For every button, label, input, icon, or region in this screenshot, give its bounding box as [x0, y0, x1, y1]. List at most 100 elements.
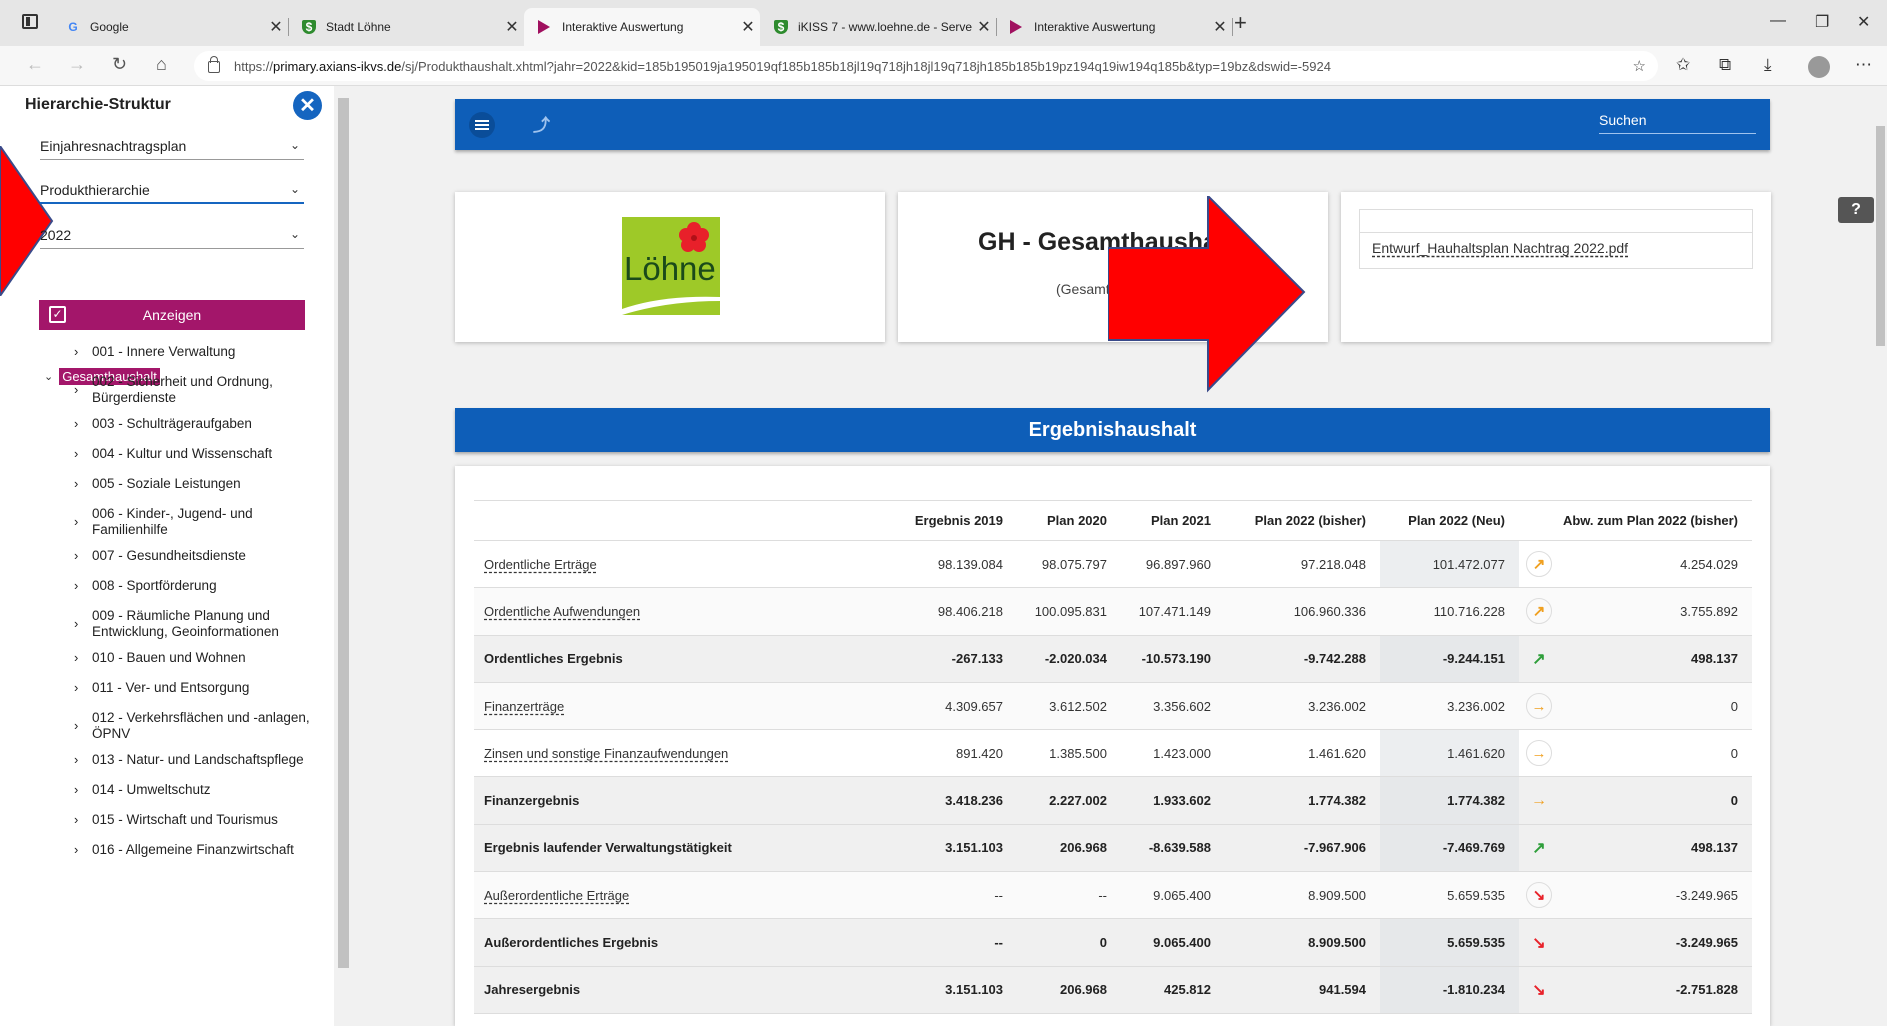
new-tab-icon[interactable]: +	[1234, 10, 1247, 36]
close-tab-icon[interactable]: ✕	[500, 17, 524, 37]
tree-item[interactable]: › 003 - Schulträgeraufgaben	[74, 416, 324, 432]
plan-type-select[interactable]: Einjahresnachtragsplan ⌄	[40, 134, 304, 160]
back-icon[interactable]: ←	[26, 54, 44, 75]
trend-cell: →	[1519, 729, 1559, 778]
tree-item[interactable]: › 008 - Sportförderung	[74, 578, 324, 594]
chevron-right-icon[interactable]: ›	[74, 548, 78, 564]
row-label-cell: Ordentliche Erträge	[474, 540, 904, 589]
chevron-right-icon[interactable]: ›	[74, 812, 78, 828]
sidebar-scrollbar[interactable]	[337, 86, 350, 1026]
trend-cell: ↘	[1519, 918, 1559, 967]
trend-cell: ↘	[1519, 966, 1559, 1014]
row-label-link[interactable]: Ordentliche Aufwendungen	[484, 604, 640, 619]
collections-icon[interactable]: ⧉	[1719, 55, 1731, 75]
close-tab-icon[interactable]: ✕	[1208, 17, 1232, 37]
trend-up-arrow-icon: ↗	[1526, 598, 1552, 625]
close-tab-icon[interactable]: ✕	[264, 17, 288, 37]
tree-item[interactable]: › 005 - Soziale Leistungen	[74, 476, 324, 492]
tree-item[interactable]: › 012 - Verkehrsflächen und -anlagen, ÖPN…	[74, 710, 324, 742]
home-icon[interactable]: ⌂	[156, 54, 167, 75]
chevron-right-icon[interactable]: ›	[74, 616, 78, 632]
tab-stadt-loehne[interactable]: $ Stadt Löhne ✕	[288, 8, 524, 46]
table-row[interactable]: Außerordentliche Erträge -- -- 9.065.400 8.9…	[474, 871, 1752, 920]
tab-actions-icon[interactable]	[22, 14, 38, 29]
chevron-right-icon[interactable]: ›	[74, 650, 78, 666]
chevron-right-icon[interactable]: ›	[74, 680, 78, 696]
add-favorite-icon[interactable]: ☆	[1633, 57, 1646, 75]
row-label-link[interactable]: Zinsen und sonstige Finanzaufwendungen	[484, 746, 728, 761]
tree-item[interactable]: › 006 - Kinder-, Jugend- und Familienhilf…	[74, 506, 324, 538]
close-tab-icon[interactable]: ✕	[972, 17, 996, 37]
tree-item[interactable]: › 007 - Gesundheitsdienste	[74, 548, 324, 564]
tree-item[interactable]: › 001 - Innere Verwaltung	[74, 344, 324, 360]
favorites-icon[interactable]: ✩	[1676, 55, 1690, 75]
minimize-icon[interactable]: —	[1770, 12, 1786, 30]
tab-google[interactable]: G Google ✕	[52, 8, 289, 46]
tree-item[interactable]: › 013 - Natur- und Landschaftspflege	[74, 752, 324, 768]
table-row: Finanzergebnis 3.418.236 2.227.002 1.933.60…	[474, 776, 1752, 825]
menu-icon[interactable]	[469, 112, 495, 138]
download-icon[interactable]: ⤓	[1764, 55, 1772, 75]
logo-card: Löhne	[455, 192, 885, 342]
row-label-link[interactable]: Finanzerträge	[484, 699, 564, 714]
chevron-down-icon[interactable]: ⌄	[44, 370, 53, 383]
tree-item[interactable]: › 009 - Räumliche Planung und Entwicklung…	[74, 608, 324, 640]
value-cell: 100.095.831	[1017, 587, 1121, 636]
chevron-right-icon[interactable]: ›	[74, 344, 78, 360]
reload-icon[interactable]: ↻	[112, 54, 127, 75]
tree-item[interactable]: › 002 - Sicherheit und Ordnung, Bürgerdie…	[74, 374, 324, 406]
table-row[interactable]: Finanzerträge 4.309.657 3.612.502 3.356.602…	[474, 682, 1752, 731]
tree-item[interactable]: › 010 - Bauen und Wohnen	[74, 650, 324, 666]
show-button-label: Anzeigen	[142, 307, 202, 323]
tab-interaktive-auswertung-active[interactable]: Interaktive Auswertung ✕	[524, 8, 760, 46]
tree-item[interactable]: › 014 - Umweltschutz	[74, 782, 324, 798]
value-cell: 891.420	[904, 729, 1017, 778]
level-up-icon[interactable]: ⤴	[533, 111, 550, 136]
value-cell: --	[1017, 871, 1121, 920]
chevron-right-icon[interactable]: ›	[74, 782, 78, 798]
year-select[interactable]: 2022 ⌄	[40, 223, 304, 249]
window-close-icon[interactable]: ✕	[1857, 12, 1870, 32]
shield-icon: $	[774, 20, 788, 34]
tab-interaktive-auswertung[interactable]: Interaktive Auswertung ✕	[996, 8, 1233, 46]
tab-ikiss[interactable]: $ iKISS 7 - www.loehne.de - Server ✕	[760, 8, 997, 46]
chevron-right-icon[interactable]: ›	[74, 514, 78, 530]
tree-item[interactable]: › 015 - Wirtschaft und Tourismus	[74, 812, 324, 828]
close-tab-icon[interactable]: ✕	[736, 17, 760, 37]
pdf-link[interactable]: Entwurf_Hauhaltsplan Nachtrag 2022.pdf	[1360, 233, 1752, 256]
help-button[interactable]: ?	[1838, 197, 1874, 223]
restore-icon[interactable]: ❐	[1815, 12, 1829, 32]
chevron-right-icon[interactable]: ›	[74, 382, 78, 398]
search-input[interactable]: Suchen	[1599, 112, 1756, 134]
tree-item[interactable]: › 011 - Ver- und Entsorgung	[74, 680, 324, 696]
row-label-cell: Zinsen und sonstige Finanzaufwendungen	[474, 729, 904, 778]
more-menu-icon[interactable]: ⋯	[1855, 55, 1872, 75]
chevron-right-icon[interactable]: ›	[74, 578, 78, 594]
row-label-link[interactable]: Ordentliche Erträge	[484, 557, 597, 572]
table-row[interactable]: Ordentliche Aufwendungen 98.406.218 100.09…	[474, 587, 1752, 636]
chevron-right-icon[interactable]: ›	[74, 476, 78, 492]
tree-item[interactable]: › 016 - Allgemeine Finanzwirtschaft	[74, 842, 324, 858]
table-row[interactable]: Zinsen und sonstige Finanzaufwendungen 89…	[474, 729, 1752, 778]
chevron-right-icon[interactable]: ›	[74, 718, 78, 734]
tree-item[interactable]: › 004 - Kultur und Wissenschaft	[74, 446, 324, 462]
value-cell: -10.573.190	[1121, 635, 1225, 683]
value-cell: 98.406.218	[904, 587, 1017, 636]
chevron-right-icon[interactable]: ›	[74, 416, 78, 432]
value-cell: 3.151.103	[904, 966, 1017, 1014]
document-card: Entwurf_Hauhaltsplan Nachtrag 2022.pdf	[1341, 192, 1771, 342]
page-scrollbar[interactable]	[1874, 86, 1887, 1026]
profile-avatar[interactable]	[1808, 56, 1830, 78]
row-label: Jahresergebnis	[484, 982, 581, 998]
show-button[interactable]: ✓ Anzeigen	[39, 300, 305, 330]
value-cell: 3.236.002	[1380, 682, 1519, 731]
forward-icon[interactable]: →	[68, 54, 86, 75]
url-field[interactable]: https://primary.axians-ikvs.de/sj/Produk…	[194, 51, 1658, 81]
row-label-link[interactable]: Außerordentliche Erträge	[484, 888, 629, 903]
close-sidebar-icon[interactable]: ✕	[293, 91, 322, 120]
table-row[interactable]: Ordentliche Erträge 98.139.084 98.075.797 9…	[474, 540, 1752, 589]
hierarchy-select[interactable]: Produkthierarchie ⌄	[40, 178, 304, 204]
chevron-right-icon[interactable]: ›	[74, 446, 78, 462]
chevron-right-icon[interactable]: ›	[74, 752, 78, 768]
chevron-right-icon[interactable]: ›	[74, 842, 78, 858]
